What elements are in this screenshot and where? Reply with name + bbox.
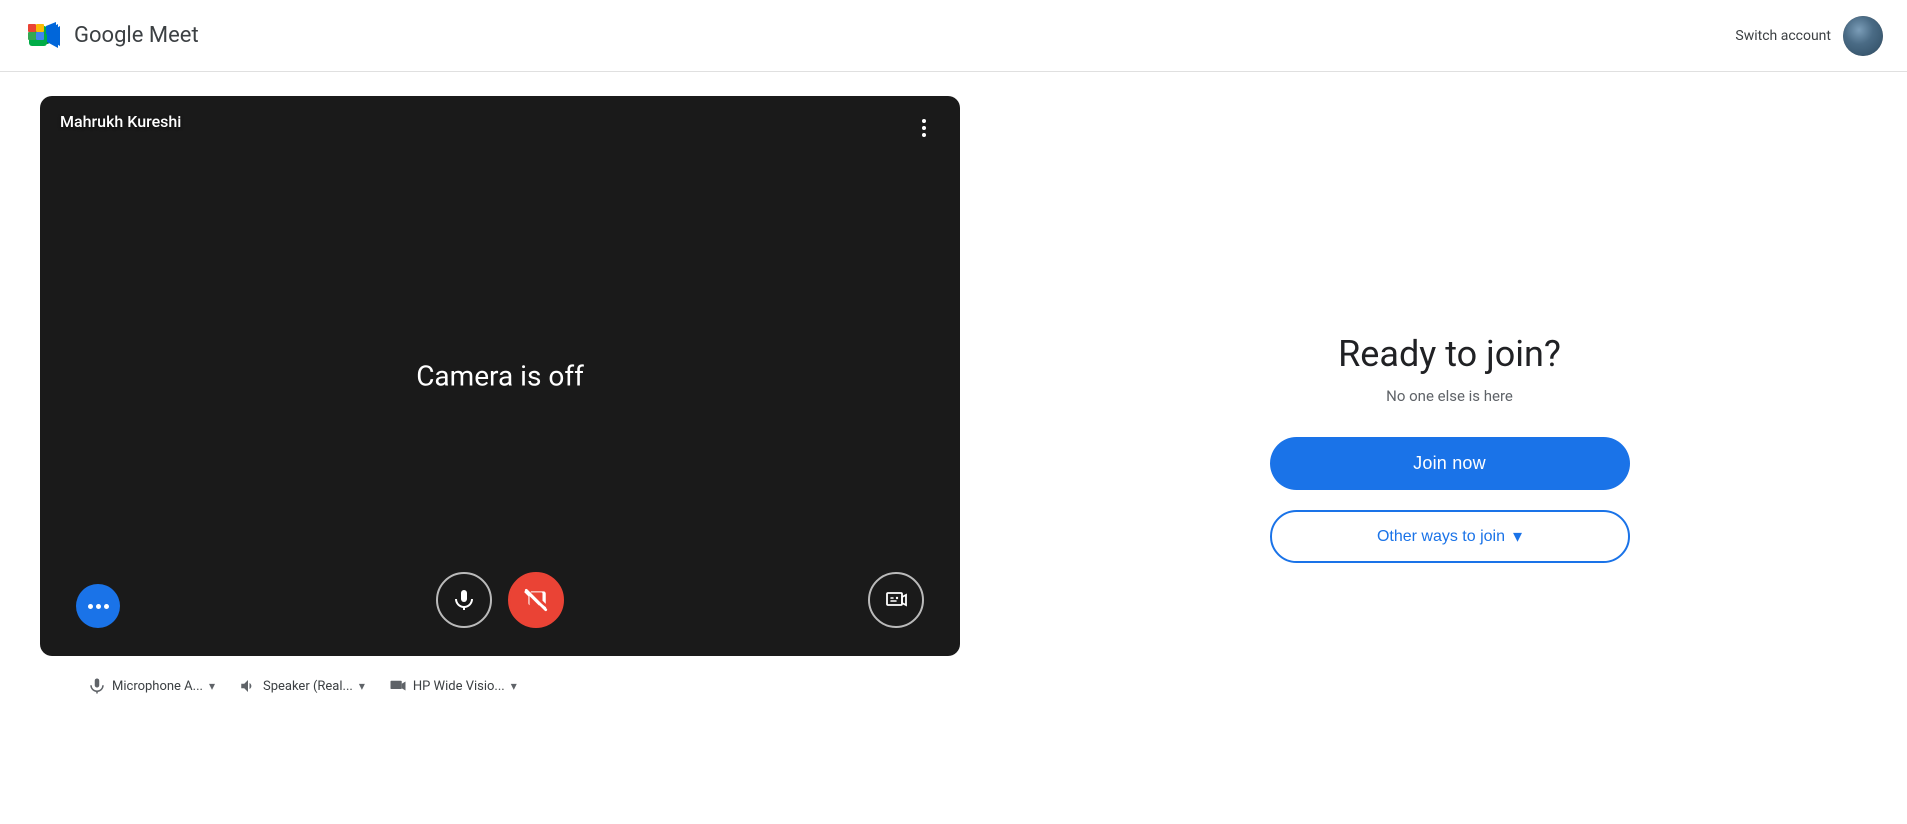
other-ways-button[interactable]: Other ways to join ▾	[1270, 510, 1630, 563]
google-meet-logo-icon	[24, 16, 64, 56]
microphone-icon	[452, 588, 476, 612]
mic-dropdown-icon: ▾	[209, 679, 215, 693]
bottom-toolbar: Microphone A... ▾ Speaker (Real... ▾ HP …	[40, 656, 960, 716]
ready-title: Ready to join?	[1338, 333, 1561, 375]
video-controls	[40, 572, 960, 628]
video-preview: Mahrukh Kureshi Camera is off	[40, 96, 960, 656]
switch-account-button[interactable]: Switch account	[1735, 28, 1831, 44]
participant-name: Mahrukh Kureshi	[60, 112, 181, 131]
header-left: Google Meet	[24, 16, 199, 56]
header: Google Meet Switch account	[0, 0, 1907, 72]
camera-dropdown-icon: ▾	[511, 679, 517, 693]
effects-icon	[884, 588, 908, 612]
right-panel: Ready to join? No one else is here Join …	[992, 72, 1907, 824]
chevron-down-icon: ▾	[1513, 526, 1522, 547]
other-ways-label: Other ways to join	[1377, 528, 1505, 546]
join-now-button[interactable]: Join now	[1270, 437, 1630, 490]
header-right: Switch account	[1735, 16, 1883, 56]
camera-toggle-button[interactable]	[508, 572, 564, 628]
avatar[interactable]	[1843, 16, 1883, 56]
camera-toolbar-icon	[389, 677, 407, 695]
visual-effects-button[interactable]	[868, 572, 924, 628]
microphone-label: Microphone A...	[112, 679, 203, 694]
no-one-text: No one else is here	[1386, 387, 1513, 405]
app-title: Google Meet	[74, 23, 199, 48]
speaker-selector[interactable]: Speaker (Real... ▾	[231, 673, 373, 699]
video-more-options-button[interactable]	[908, 112, 940, 144]
speaker-dropdown-icon: ▾	[359, 679, 365, 693]
speaker-toolbar-icon	[239, 677, 257, 695]
left-panel: Mahrukh Kureshi Camera is off	[0, 72, 992, 824]
camera-label: HP Wide Visio...	[413, 679, 505, 694]
three-dots-icon	[922, 119, 926, 137]
avatar-image	[1843, 16, 1883, 56]
camera-selector[interactable]: HP Wide Visio... ▾	[381, 673, 525, 699]
microphone-toggle-button[interactable]	[436, 572, 492, 628]
camera-off-icon	[523, 587, 549, 613]
microphone-selector[interactable]: Microphone A... ▾	[80, 673, 223, 699]
video-top-bar: Mahrukh Kureshi	[40, 96, 960, 160]
effects-button-container	[868, 572, 924, 628]
speaker-label: Speaker (Real...	[263, 679, 353, 694]
mic-toolbar-icon	[88, 677, 106, 695]
main-content: Mahrukh Kureshi Camera is off	[0, 72, 1907, 824]
camera-off-label: Camera is off	[416, 360, 584, 393]
